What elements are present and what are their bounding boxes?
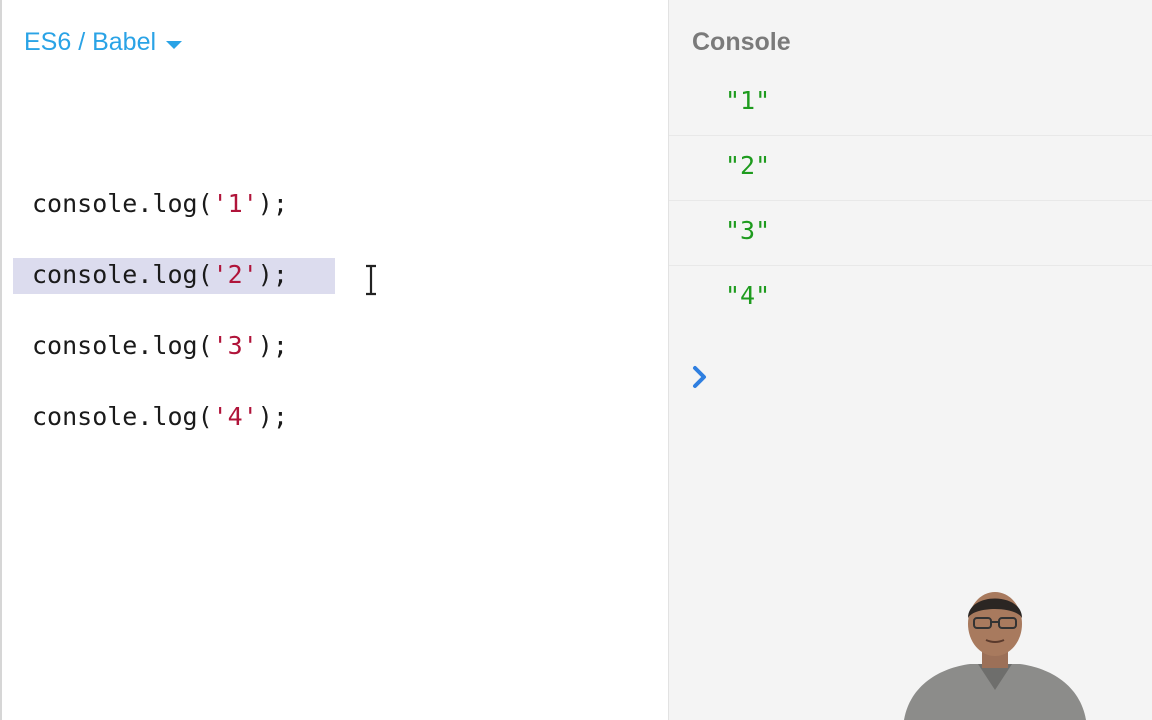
console-output-value: "1" [725,86,771,115]
console-output-row: "2" [669,137,1152,201]
code-end: ); [257,331,288,360]
code-end: ); [257,402,288,431]
console-output-value: "3" [725,216,771,245]
console-output-row: "1" [669,72,1152,136]
caret-down-icon [166,40,183,49]
code-call: console.log( [32,402,213,431]
code-line-3[interactable]: console.log('3'); [32,329,288,363]
language-selector[interactable]: ES6 / Babel [24,28,183,57]
language-selector-label: ES6 / Babel [24,28,157,56]
code-string: '3' [212,331,258,360]
console-output-row: "3" [669,202,1152,266]
code-string: '1' [212,189,258,218]
console-output-value: "2" [725,151,771,180]
i-beam-cursor-icon [366,264,376,296]
code-call: console.log( [32,189,213,218]
code-call: console.log( [32,331,213,360]
console-title: Console [692,28,791,56]
code-end: ); [257,260,288,289]
code-string: '2' [212,260,258,289]
code-line-2[interactable]: console.log('2'); [32,258,288,292]
console-output-value: "4" [725,281,771,310]
chevron-right-icon[interactable] [691,364,709,390]
code-end: ); [257,189,288,218]
code-string: '4' [212,402,258,431]
presenter-webcam [904,592,1086,720]
console-output-row: "4" [669,267,1152,331]
code-editor-pane[interactable]: ES6 / Babel console.log('1'); console.lo… [0,0,668,720]
code-call: console.log( [32,260,213,289]
app-root: ES6 / Babel console.log('1'); console.lo… [0,0,1152,720]
code-line-1[interactable]: console.log('1'); [32,187,288,221]
code-line-4[interactable]: console.log('4'); [32,400,288,434]
